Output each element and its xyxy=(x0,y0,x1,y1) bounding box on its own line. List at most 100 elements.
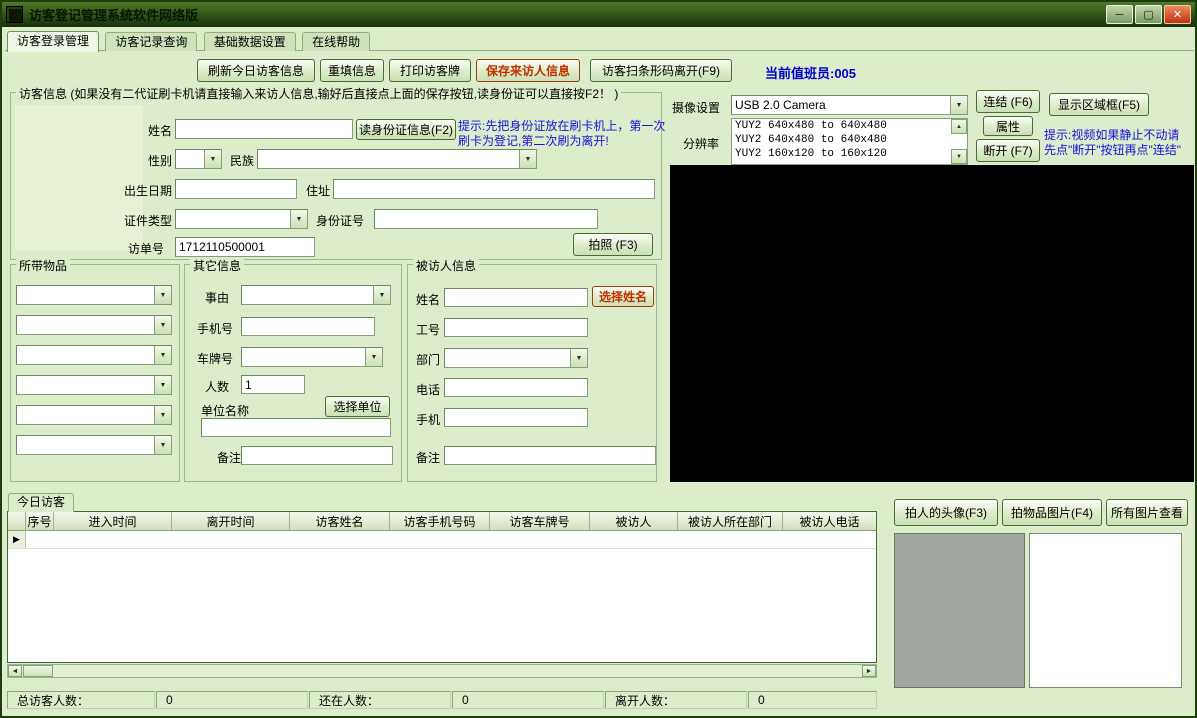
resolution-item[interactable]: YUY2 640x480 to 640x480 xyxy=(732,133,967,147)
left-visitors-label: 离开人数： xyxy=(605,691,747,709)
other-remark-label: 备注 xyxy=(217,451,242,465)
col-enter-time[interactable]: 进入时间 xyxy=(54,512,172,530)
table-hscrollbar[interactable]: ◄ ► xyxy=(7,664,877,678)
birth-date-label: 出生日期 xyxy=(124,184,173,198)
app-window: 访客登记管理系统软件网络版 ─ ▢ ✕ 访客登录管理 访客记录查询 基础数据设置… xyxy=(0,0,1197,718)
birth-date-input[interactable] xyxy=(175,179,297,199)
id-type-combo[interactable]: ▼ xyxy=(175,209,308,229)
properties-button[interactable]: 属性 xyxy=(983,116,1033,136)
print-badge-button[interactable]: 打印访客牌 xyxy=(389,59,471,82)
camera-device-value: USB 2.0 Camera xyxy=(735,98,826,112)
camera-device-combo[interactable]: USB 2.0 Camera ▼ xyxy=(731,95,968,115)
col-visited-person[interactable]: 被访人 xyxy=(590,512,678,530)
visit-no-label: 访单号 xyxy=(128,242,165,256)
col-leave-time[interactable]: 离开时间 xyxy=(172,512,290,530)
col-visitor-name[interactable]: 访客姓名 xyxy=(290,512,390,530)
company-name-input[interactable] xyxy=(201,418,391,437)
camera-settings-label: 摄像设置 xyxy=(672,101,721,115)
reason-label: 事由 xyxy=(205,291,230,305)
resolution-label: 分辨率 xyxy=(683,137,720,151)
refill-info-button[interactable]: 重填信息 xyxy=(320,59,384,82)
minimize-button[interactable]: ─ xyxy=(1106,5,1133,24)
scroll-down-icon[interactable]: ▼ xyxy=(951,149,967,164)
target-name-input[interactable] xyxy=(444,288,588,307)
item-combo-4[interactable]: ▼ xyxy=(16,375,172,395)
carried-items-legend: 所带物品 xyxy=(16,257,71,274)
reason-combo[interactable]: ▼ xyxy=(241,285,391,305)
take-photo-button[interactable]: 拍照 (F3) xyxy=(573,233,653,256)
item-combo-3[interactable]: ▼ xyxy=(16,345,172,365)
gender-combo[interactable]: ▼ xyxy=(175,149,222,169)
capture-head-button[interactable]: 拍人的头像(F3) xyxy=(894,499,998,526)
id-photo-placeholder xyxy=(15,105,143,251)
tab-visitor-login[interactable]: 访客登录管理 xyxy=(7,31,100,52)
connect-button[interactable]: 连结 (F6) xyxy=(976,90,1040,113)
scan-barcode-leave-button[interactable]: 访客扫条形码离开(F9) xyxy=(590,59,732,82)
plate-label: 车牌号 xyxy=(197,352,234,366)
visitor-mobile-input[interactable] xyxy=(241,317,375,336)
target-mobile-label: 手机 xyxy=(416,413,441,427)
visitor-name-input[interactable] xyxy=(175,119,353,139)
disconnect-button[interactable]: 断开 (F7) xyxy=(976,139,1040,162)
target-remark-label: 备注 xyxy=(416,451,441,465)
tab-today-visitors[interactable]: 今日访客 xyxy=(8,493,75,512)
view-all-pictures-button[interactable]: 所有图片查看 xyxy=(1106,499,1188,526)
app-icon xyxy=(6,6,23,23)
target-mobile-input[interactable] xyxy=(444,408,588,427)
col-visited-phone[interactable]: 被访人电话 xyxy=(783,512,876,530)
id-number-input[interactable] xyxy=(374,209,598,229)
selector-column-header xyxy=(8,512,26,530)
other-remark-input[interactable] xyxy=(241,446,393,465)
resolution-item[interactable]: YUY2 640x480 to 640x480 xyxy=(732,119,967,133)
target-remark-input[interactable] xyxy=(444,446,656,465)
item-combo-5[interactable]: ▼ xyxy=(16,405,172,425)
col-seq[interactable]: 序号 xyxy=(26,512,54,530)
other-info-legend: 其它信息 xyxy=(190,257,245,274)
chevron-down-icon: ▼ xyxy=(950,96,967,114)
plate-combo[interactable]: ▼ xyxy=(241,347,383,367)
maximize-button[interactable]: ▢ xyxy=(1135,5,1162,24)
left-visitors-value: 0 xyxy=(748,691,877,709)
window-title: 访客登记管理系统软件网络版 xyxy=(29,8,199,23)
target-jobno-input[interactable] xyxy=(444,318,588,337)
people-count-input[interactable] xyxy=(241,375,305,394)
col-visited-dept[interactable]: 被访人所在部门 xyxy=(678,512,783,530)
item-combo-6[interactable]: ▼ xyxy=(16,435,172,455)
chevron-down-icon: ▼ xyxy=(154,316,171,334)
read-id-card-button[interactable]: 读身份证信息(F2) xyxy=(356,119,456,140)
scroll-left-icon[interactable]: ◄ xyxy=(8,665,22,677)
table-row[interactable]: ▶ xyxy=(8,531,876,549)
save-visitor-button[interactable]: 保存来访人信息 xyxy=(476,59,580,82)
scrollbar-thumb[interactable] xyxy=(23,665,53,677)
tab-record-query[interactable]: 访客记录查询 xyxy=(105,32,198,51)
chevron-down-icon: ▼ xyxy=(154,376,171,394)
tab-base-data[interactable]: 基础数据设置 xyxy=(203,32,296,51)
select-name-button[interactable]: 选择姓名 xyxy=(592,286,654,307)
address-input[interactable] xyxy=(333,179,655,199)
resolution-item[interactable]: YUY2 160x120 to 160x120 xyxy=(732,147,967,161)
chevron-down-icon: ▼ xyxy=(373,286,390,304)
col-visitor-mobile[interactable]: 访客手机号码 xyxy=(390,512,490,530)
target-dept-combo[interactable]: ▼ xyxy=(444,348,588,368)
item-combo-1[interactable]: ▼ xyxy=(16,285,172,305)
nation-combo[interactable]: ▼ xyxy=(257,149,537,169)
scroll-up-icon[interactable]: ▲ xyxy=(951,119,967,134)
target-phone-label: 电话 xyxy=(416,383,441,397)
select-company-button[interactable]: 选择单位 xyxy=(325,396,390,417)
col-visitor-plate[interactable]: 访客车牌号 xyxy=(490,512,590,530)
target-phone-input[interactable] xyxy=(444,378,588,397)
item-combo-2[interactable]: ▼ xyxy=(16,315,172,335)
people-count-label: 人数 xyxy=(205,380,230,394)
titlebar: 访客登记管理系统软件网络版 ─ ▢ ✕ xyxy=(2,2,1195,27)
show-region-button[interactable]: 显示区域框(F5) xyxy=(1049,93,1149,116)
chevron-down-icon: ▼ xyxy=(154,406,171,424)
chevron-down-icon: ▼ xyxy=(154,436,171,454)
refresh-today-button[interactable]: 刷新今日访客信息 xyxy=(197,59,315,82)
other-info-group: 其它信息 事由 ▼ 手机号 车牌号 ▼ 人数 单位名称 选择单位 备注 xyxy=(184,257,402,482)
tab-online-help[interactable]: 在线帮助 xyxy=(302,32,371,51)
visit-no-input[interactable] xyxy=(175,237,315,257)
resolution-listbox[interactable]: YUY2 640x480 to 640x480 YUY2 640x480 to … xyxy=(731,118,968,165)
capture-item-button[interactable]: 拍物品图片(F4) xyxy=(1002,499,1102,526)
close-button[interactable]: ✕ xyxy=(1164,5,1191,24)
scroll-right-icon[interactable]: ► xyxy=(862,665,876,677)
